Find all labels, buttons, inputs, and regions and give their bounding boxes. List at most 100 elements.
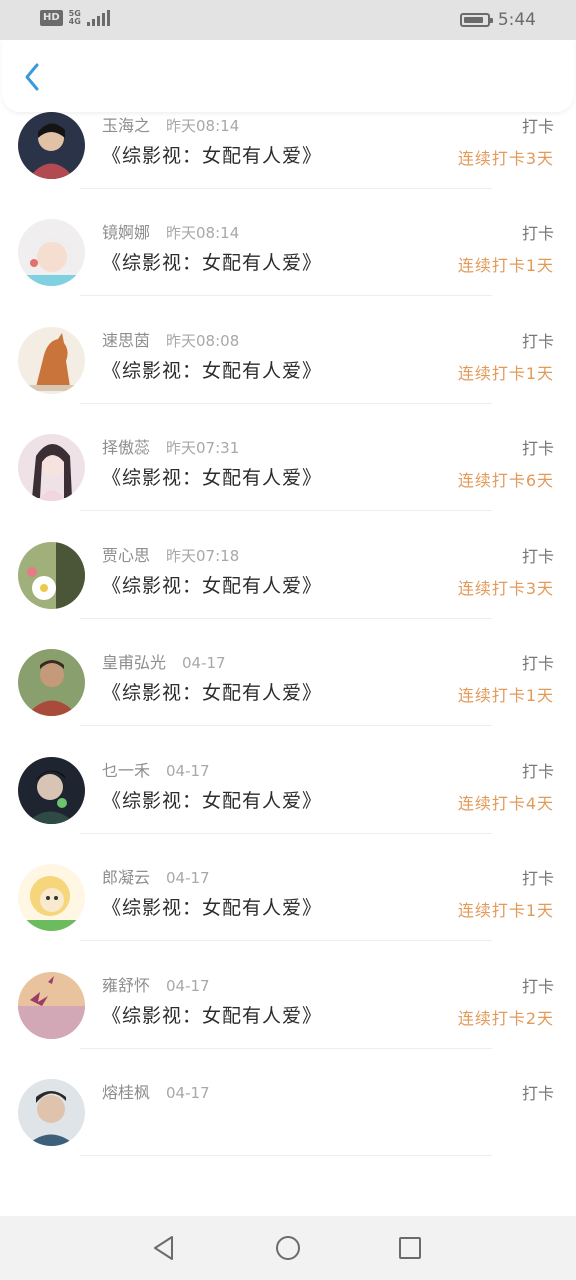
avatar[interactable] <box>18 434 85 501</box>
checkin-action-label: 打卡 <box>521 439 554 458</box>
book-title[interactable]: 《综影视：女配有人爱》 <box>102 248 322 275</box>
avatar[interactable] <box>18 326 85 394</box>
divider <box>80 402 492 404</box>
divider <box>80 295 492 296</box>
list-item[interactable]: 乜一禾 04-17 打卡《综影视：女配有人爱》 连续打卡4天 <box>0 753 576 861</box>
divider <box>80 1155 492 1156</box>
user-info: 贾心思 昨天07:18 <box>102 542 239 566</box>
user-info: 郎凝云 04-17 <box>102 864 210 888</box>
avatar-image <box>18 219 85 286</box>
user-info: 皇甫弘光 04-17 <box>102 649 226 673</box>
streak-label: 连续打卡1天 <box>457 901 554 920</box>
checkin-action-label: 打卡 <box>521 1084 554 1103</box>
streak-label: 连续打卡1天 <box>457 256 554 275</box>
checkin-action-label: 打卡 <box>521 976 554 996</box>
user-name[interactable]: 玉海之 <box>102 112 150 136</box>
divider <box>80 725 492 726</box>
book-title[interactable]: 《综影视：女配有人爱》 <box>102 893 322 920</box>
checkin-time: 04-17 <box>166 869 210 887</box>
checkin-action-label: 打卡 <box>521 654 554 673</box>
streak-label: 连续打卡6天 <box>457 471 554 490</box>
user-name[interactable]: 皇甫弘光 <box>102 649 166 673</box>
status-right: 5:44 <box>459 10 536 30</box>
avatar-image <box>18 326 85 394</box>
recents-square-icon[interactable] <box>396 1234 424 1262</box>
checkin-list: 北琴轩昨天08:19打卡《综影视：女配有人爱》连续打卡5天玉海之昨天08:14打… <box>0 112 576 1216</box>
checkin-time: 04-17 <box>182 654 226 672</box>
list-item[interactable]: 择傲蕊 昨天07:31 打卡 《综影视：女配有人爱》 连续打卡6天 <box>0 430 576 538</box>
divider <box>80 940 492 941</box>
list-item[interactable]: 速思茵 昨天08:08 打卡 《综影视：女配有人爱》 连续打卡1天 <box>0 323 576 431</box>
avatar[interactable] <box>18 864 85 931</box>
checkin-time: 昨天08:14 <box>166 116 240 135</box>
divider <box>80 617 492 619</box>
divider <box>80 510 492 511</box>
streak-label: 连续打卡4天 <box>457 793 554 813</box>
book-title[interactable]: 《综影视：女配有人爱》 <box>102 1001 322 1028</box>
checkin-time: 04-17 <box>166 1084 210 1102</box>
list-item[interactable]: 雍舒怀 04-17 打卡 《综影视：女配有人爱》 连续打卡2天 <box>0 968 576 1076</box>
avatar[interactable] <box>18 971 85 1039</box>
streak-label: 连续打卡3天 <box>457 148 554 168</box>
top-header <box>2 40 574 112</box>
checkin-action-label: 打卡 <box>521 546 554 566</box>
user-name[interactable]: 镜婀娜 <box>102 219 150 243</box>
back-triangle-icon[interactable] <box>150 1234 178 1262</box>
list-item[interactable]: 熔桂枫 04-17 打卡 <box>0 1075 576 1183</box>
chevron-left-icon[interactable] <box>18 62 48 92</box>
list-item[interactable]: 贾心思 昨天07:18 打卡《综影视：女配有人爱》 连续打卡3天 <box>0 538 576 646</box>
user-info: 速思茵 昨天08:08 <box>102 327 239 351</box>
avatar[interactable] <box>18 756 85 824</box>
home-circle-icon[interactable] <box>274 1234 302 1262</box>
book-title[interactable]: 《综影视：女配有人爱》 <box>102 786 322 813</box>
user-name[interactable]: 雍舒怀 <box>102 972 150 996</box>
status-bar: HD 5G 4G 5:44 <box>0 0 576 40</box>
avatar-image <box>18 434 85 501</box>
user-info: 雍舒怀 04-17 <box>102 972 210 996</box>
user-name[interactable]: 乜一禾 <box>102 757 150 781</box>
user-info: 玉海之 昨天08:14 <box>102 112 239 136</box>
avatar[interactable] <box>18 112 85 179</box>
list-item[interactable]: 玉海之 昨天08:14 打卡《综影视：女配有人爱》 连续打卡3天 <box>0 112 576 215</box>
avatar[interactable] <box>18 541 85 609</box>
network-4g-label: 4G <box>68 17 81 26</box>
avatar-image <box>18 112 85 179</box>
checkin-action-label: 打卡 <box>521 116 554 136</box>
avatar-image <box>18 541 85 609</box>
list-item[interactable]: 皇甫弘光 04-17 打卡 《综影视：女配有人爱》 连续打卡1天 <box>0 645 576 753</box>
streak-label: 连续打卡3天 <box>457 578 554 598</box>
status-left: HD 5G 4G <box>40 10 110 26</box>
list-item[interactable]: 郎凝云 04-17 打卡《综影视：女配有人爱》 连续打卡1天 <box>0 860 576 968</box>
avatar-image <box>18 649 85 716</box>
checkin-action-label: 打卡 <box>521 869 554 888</box>
user-info: 熔桂枫 04-17 <box>102 1079 210 1103</box>
avatar[interactable] <box>18 219 85 286</box>
user-name[interactable]: 熔桂枫 <box>102 1079 150 1103</box>
user-info: 镜婀娜 昨天08:14 <box>102 219 239 243</box>
avatar-image <box>18 756 85 824</box>
user-info: 乜一禾 04-17 <box>102 757 210 781</box>
checkin-list-items: 北琴轩昨天08:19打卡《综影视：女配有人爱》连续打卡5天玉海之昨天08:14打… <box>0 112 576 1183</box>
hd-badge: HD <box>40 10 63 26</box>
battery-icon <box>459 13 493 27</box>
avatar[interactable] <box>18 649 85 716</box>
checkin-action-label: 打卡 <box>521 224 554 243</box>
book-title[interactable]: 《综影视：女配有人爱》 <box>102 571 322 598</box>
checkin-time: 昨天07:18 <box>166 546 240 565</box>
book-title[interactable]: 《综影视：女配有人爱》 <box>102 141 322 168</box>
book-title[interactable]: 《综影视：女配有人爱》 <box>102 356 322 383</box>
navigation-bar <box>0 1216 576 1280</box>
user-name[interactable]: 郎凝云 <box>102 864 150 888</box>
book-title[interactable]: 《综影视：女配有人爱》 <box>102 678 322 705</box>
avatar-image <box>18 864 85 931</box>
avatar[interactable] <box>18 1079 85 1146</box>
user-name[interactable]: 贾心思 <box>102 542 150 566</box>
checkin-action-label: 打卡 <box>521 761 554 781</box>
network-type: 5G 4G <box>69 10 81 26</box>
list-item[interactable]: 镜婀娜 昨天08:14 打卡《综影视：女配有人爱》 连续打卡1天 <box>0 215 576 323</box>
user-name[interactable]: 择傲蕊 <box>102 434 150 458</box>
checkin-time: 昨天08:08 <box>166 331 240 350</box>
user-name[interactable]: 速思茵 <box>102 327 150 351</box>
book-title[interactable]: 《综影视：女配有人爱》 <box>102 463 322 490</box>
divider <box>80 187 492 189</box>
